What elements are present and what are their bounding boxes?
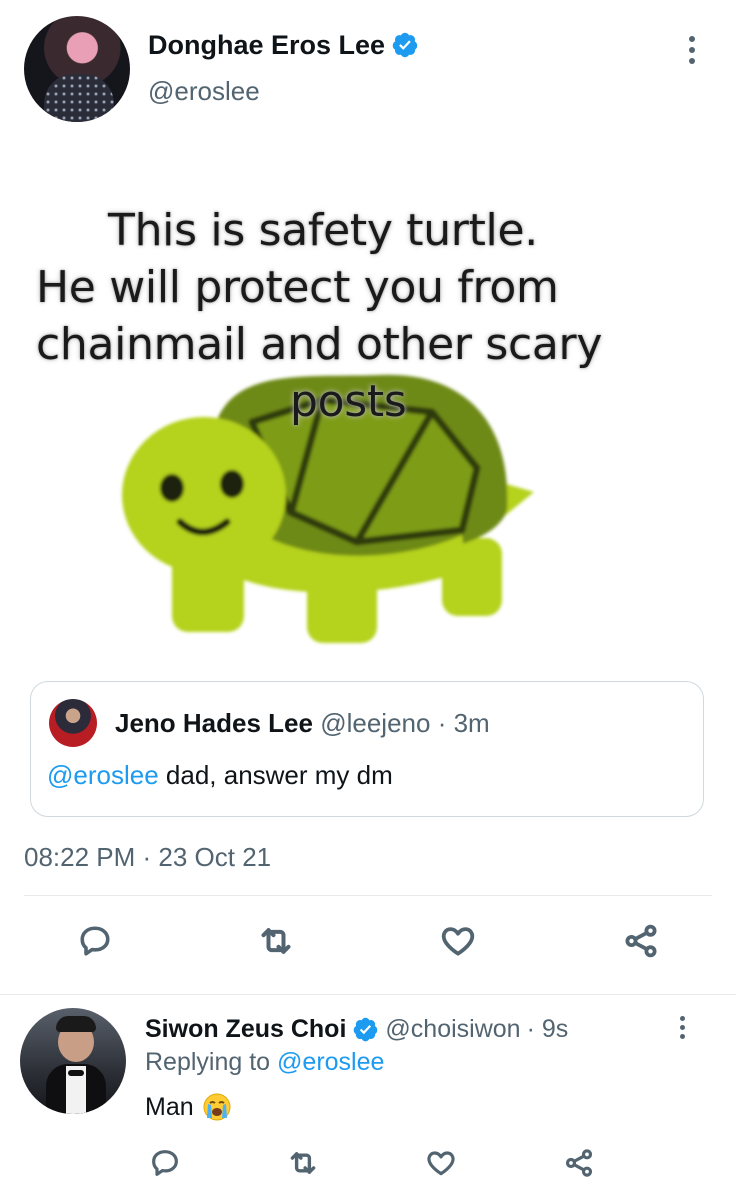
reply-body: Man 😭: [145, 1092, 232, 1122]
heart-icon[interactable]: [416, 1138, 466, 1188]
reply-author-avatar[interactable]: [20, 1008, 126, 1114]
quoted-text: dad, answer my dm: [165, 760, 393, 790]
replying-to-row: Replying to @eroslee: [145, 1048, 384, 1077]
more-vertical-icon[interactable]: [670, 1008, 694, 1046]
divider: [0, 994, 736, 995]
verified-badge-icon: [354, 1017, 378, 1041]
meme-line-3: chainmail and other scary: [36, 319, 603, 370]
reply-text: Man: [145, 1092, 194, 1121]
quoted-tweet-card[interactable]: Jeno Hades Lee @leejeno · 3m @eroslee da…: [30, 681, 704, 817]
meme-line-1: This is safety turtle.: [108, 205, 538, 256]
reply-author-name[interactable]: Siwon Zeus Choi: [145, 1015, 346, 1044]
quoted-time: · 3m: [437, 708, 490, 738]
more-vertical-icon[interactable]: [680, 30, 704, 70]
divider: [24, 895, 712, 896]
quoted-body: @eroslee dad, answer my dm: [47, 760, 393, 791]
meme-line-2: He will protect you from: [36, 262, 559, 313]
meme-line-4: posts: [290, 376, 407, 427]
reply-icon[interactable]: [140, 1138, 190, 1188]
author-avatar[interactable]: [24, 16, 130, 122]
quoted-author-avatar[interactable]: [49, 699, 97, 747]
author-name-row: Donghae Eros Lee: [148, 27, 419, 63]
share-icon[interactable]: [554, 1138, 604, 1188]
reply-icon[interactable]: [70, 916, 120, 966]
tweet-timestamp[interactable]: 08:22 PM · 23 Oct 21: [24, 842, 271, 873]
tweet-image[interactable]: This is safety turtle. He will protect y…: [22, 150, 714, 660]
retweet-icon[interactable]: [251, 916, 301, 966]
quoted-author-handle[interactable]: @leejeno: [320, 708, 430, 738]
heart-icon[interactable]: [433, 916, 483, 966]
quoted-author-name[interactable]: Jeno Hades Lee: [115, 708, 313, 738]
verified-badge-icon: [392, 32, 418, 58]
quoted-mention[interactable]: @eroslee: [47, 760, 159, 790]
author-handle[interactable]: @eroslee: [148, 76, 260, 107]
share-icon[interactable]: [616, 916, 666, 966]
crying-face-emoji: 😭: [202, 1092, 232, 1122]
retweet-icon[interactable]: [278, 1138, 328, 1188]
quoted-header: Jeno Hades Lee @leejeno · 3m: [115, 708, 490, 739]
replying-to-handle[interactable]: @eroslee: [277, 1048, 384, 1076]
reply-header: Siwon Zeus Choi @choisiwon · 9s: [145, 1012, 568, 1046]
replying-to-label: Replying to: [145, 1048, 271, 1076]
reply-author-handle[interactable]: @choisiwon: [385, 1015, 520, 1044]
meme-text-block: This is safety turtle. He will protect y…: [22, 202, 714, 430]
author-name[interactable]: Donghae Eros Lee: [148, 30, 385, 61]
reply-time: · 9s: [526, 1014, 569, 1043]
